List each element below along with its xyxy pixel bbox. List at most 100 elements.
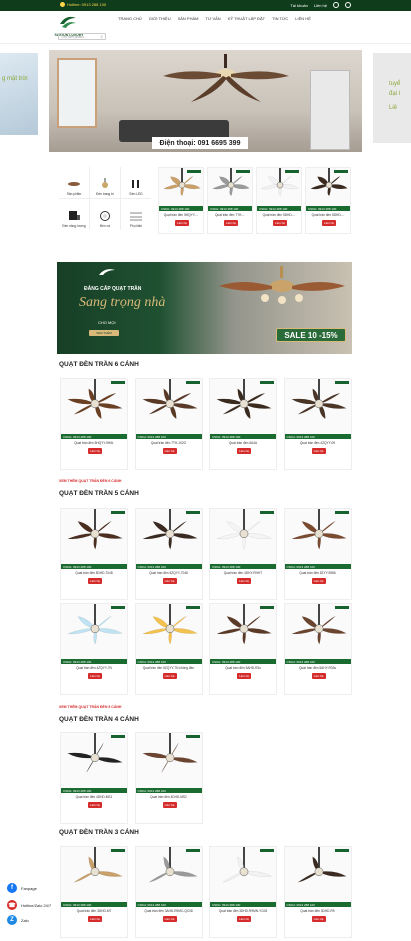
product-image[interactable]	[210, 509, 276, 564]
floating-contact[interactable]: Z Zalo	[7, 915, 29, 925]
product-name[interactable]: Quạt trần đèn 5ZQYY-7048	[136, 571, 202, 575]
product-card[interactable]: CSKH: 0913 288 100 Quạt trần đèn 5AHD-R3s…	[209, 603, 277, 695]
product-image[interactable]	[210, 847, 276, 902]
contact-button[interactable]: Liên hệ	[88, 578, 102, 584]
product-card[interactable]: CSKH: 0913 288 100 Quạt trần đèn 3DHD-R9M…	[209, 846, 277, 938]
product-image[interactable]	[284, 604, 351, 659]
see-more-link[interactable]: XEM THÊM QUẠT TRẦN ĐÈN 6 CÁNH	[59, 479, 121, 483]
contact-button[interactable]: Liên hệ	[311, 673, 326, 679]
product-card[interactable]: CSKH: 0913 288 100 Quạt trần đèn 6A4A Liên…	[209, 378, 277, 470]
product-card[interactable]: CSKH: 0913 288 100 Quạt trần đèn 5ZQYY-7N…	[134, 603, 203, 695]
product-image[interactable]	[61, 604, 127, 659]
product-name[interactable]: Quạt trần đèn 5AHD-R3s	[210, 666, 276, 670]
nav-home[interactable]: TRANG CHỦ	[118, 16, 142, 21]
product-name[interactable]: Quạt trần đèn 4DHY-RHHT	[210, 571, 276, 575]
category-item[interactable]: Đèn trang trí	[90, 167, 120, 198]
contact-button[interactable]: Liên hệ	[88, 673, 102, 679]
product-name[interactable]: Quạt trần đèn 5AHY-R03s	[285, 666, 351, 670]
product-card[interactable]: CSKH: 0913 288 100 Quạt trần đèn 5DHD-...…	[305, 167, 351, 234]
product-image[interactable]	[284, 379, 351, 434]
contact-button[interactable]: Liên hệ	[273, 220, 287, 226]
carousel-prev-slide[interactable]: g mặt trời	[0, 53, 38, 135]
product-image[interactable]	[61, 379, 127, 434]
contact-button[interactable]: Liên hệ	[88, 448, 102, 454]
product-card[interactable]: CSKH: 0913 288 100 Quạt trần đèn 5DHD-704…	[60, 508, 128, 600]
product-image[interactable]	[210, 379, 276, 434]
see-more-link[interactable]: XEM THÊM QUẠT TRẦN ĐÈN 5 CÁNH	[59, 705, 121, 709]
product-card[interactable]: CSKH: 0913 288 100 Quạt trần đèn 4ZQYY-7N…	[60, 603, 128, 695]
promo-banner[interactable]: ĐẲNG CẤP QUẠT TRẦN Sang trọng nhà CHO MỌ…	[57, 262, 352, 354]
product-name[interactable]: Quạt trần đèn 5ZYY-9986	[285, 571, 351, 575]
nav-about[interactable]: GIỚI THIỆU	[149, 16, 171, 21]
product-image[interactable]	[135, 733, 202, 788]
contact-button[interactable]: Liên hệ	[162, 578, 177, 584]
product-card[interactable]: CSKH: 0913 288 100 Quạt trần đèn 5HQYY-9H…	[60, 378, 128, 470]
product-card[interactable]: CSKH: 0913 288 100 Quạt trần đèn 7TH-... L…	[207, 167, 253, 234]
product-card[interactable]: CSKH: 0913 288 100 Quạt trần đèn 5AHY-R03…	[283, 603, 352, 695]
product-card[interactable]: CSKH: 0913 288 100 Quạt trần đèn 4DHY-RHH…	[209, 508, 277, 600]
product-card[interactable]: CSKH: 0913 288 100 Quạt trần đèn 4DHD-MS2…	[134, 732, 203, 824]
product-image[interactable]	[159, 168, 203, 206]
product-name[interactable]: Quạt trần đèn 5DHD-7048	[61, 571, 127, 575]
nav-install[interactable]: KỸ THUẬT LẮP ĐẶT	[228, 16, 265, 21]
contact-button[interactable]: Liên hệ	[162, 916, 177, 922]
search-icon[interactable]: ⚲	[100, 35, 103, 39]
contact-button[interactable]: Liên hệ	[88, 802, 102, 808]
contact-button[interactable]: Liên hệ	[237, 916, 251, 922]
user-icon[interactable]	[333, 2, 339, 8]
product-card[interactable]: CSKH: 0913 288 100 Quạt trần đèn 3DHD-R9 L…	[283, 846, 352, 938]
product-image[interactable]	[284, 847, 351, 902]
product-card[interactable]: CSKH: 0913 288 100 Quạt trần đèn 5ZYY-998…	[283, 508, 352, 600]
product-image[interactable]	[61, 847, 127, 902]
product-name[interactable]: Quạt trần đèn 3DHD-R9MN-YC08	[210, 909, 276, 913]
account-link[interactable]: Tài khoản	[290, 3, 308, 8]
product-image[interactable]	[61, 509, 127, 564]
product-image[interactable]	[210, 604, 276, 659]
category-item[interactable]: Phụ kiện	[121, 199, 151, 230]
contact-button[interactable]: Liên hệ	[322, 220, 336, 226]
product-name[interactable]: Quạt trần đèn 4ZQYY-7N	[61, 666, 127, 670]
contact-button[interactable]: Liên hệ	[162, 448, 177, 454]
product-name[interactable]: Quạt trần đèn 3DHD-R9	[285, 909, 351, 913]
promo-cta-button[interactable]: XEM THÊM	[89, 330, 119, 336]
contact-button[interactable]: Liên hệ	[237, 673, 251, 679]
product-name[interactable]: Quạt trần đèn 3DHD-M7	[61, 909, 127, 913]
contact-button[interactable]: Liên hệ	[88, 916, 102, 922]
cart-icon[interactable]	[345, 2, 351, 8]
product-image[interactable]	[284, 509, 351, 564]
contact-button[interactable]: Liên hệ	[311, 448, 326, 454]
product-name[interactable]: Quạt trần đèn 5DHD-...	[306, 213, 350, 217]
product-name[interactable]: Quạt trần đèn 5HQYY-9H6L	[61, 441, 127, 445]
product-card[interactable]: CSKH: 0913 288 100 Quạt trần đèn 3DHD-M7 L…	[60, 846, 128, 938]
contact-button[interactable]: Liên hệ	[311, 916, 326, 922]
product-image[interactable]	[135, 604, 202, 659]
contact-button[interactable]: Liên hệ	[311, 578, 326, 584]
product-card[interactable]: CSKH: 0913 288 100 Quạt trần đèn 4DHD-MS1…	[60, 732, 128, 824]
hero-banner[interactable]: Điện thoại: 091 6695 399	[49, 50, 362, 152]
hotline-badge[interactable]: Hotline: 0913 288 100	[60, 2, 106, 7]
product-name[interactable]: Quạt trần đèn 4DHD-MS1	[61, 795, 127, 799]
product-name[interactable]: Quạt trần đèn 4DHD-MS2	[136, 795, 202, 799]
contact-button[interactable]: Liên hệ	[162, 802, 177, 808]
nav-contact[interactable]: LIÊN HỆ	[295, 16, 311, 21]
carousel-next-slide[interactable]: tuyể đại l Liê	[373, 53, 411, 143]
product-card[interactable]: CSKH: 0913 288 100 Quạt trần đèn 4ZQYY-09…	[283, 378, 352, 470]
product-card[interactable]: CSKH: 0913 288 100 Quạt trần đèn 5ZQYY-70…	[134, 508, 203, 600]
contact-button[interactable]: Liên hệ	[175, 220, 189, 226]
product-card[interactable]: CSKH: 0913 288 100 Quạt trần đèn 7TH-102G…	[134, 378, 203, 470]
product-card[interactable]: CSKH: 0913 288 100 Quạt trần đèn 5DHD-...…	[256, 167, 302, 234]
product-name[interactable]: Quạt trần đèn 6A4A	[210, 441, 276, 445]
category-item[interactable]: Đèn năng lượng	[59, 199, 89, 230]
product-image[interactable]	[135, 509, 202, 564]
product-image[interactable]	[135, 847, 202, 902]
contact-button[interactable]: Liên hệ	[237, 578, 251, 584]
product-card[interactable]: CSKH: 0913 288 100 Quạt trần đèn 3AHD-R9M…	[134, 846, 203, 938]
product-name[interactable]: Quạt trần đèn 5HQYY-...	[159, 213, 203, 217]
product-image[interactable]	[208, 168, 252, 206]
product-image[interactable]	[257, 168, 301, 206]
contact-button[interactable]: Liên hệ	[237, 448, 251, 454]
nav-advice[interactable]: TƯ VẤN	[206, 16, 221, 21]
contact-button[interactable]: Liên hệ	[224, 220, 238, 226]
product-name[interactable]: Quạt trần đèn 3AHD-R9MC-QC08	[136, 909, 202, 913]
floating-contact[interactable]: f Fanpage	[7, 883, 37, 893]
